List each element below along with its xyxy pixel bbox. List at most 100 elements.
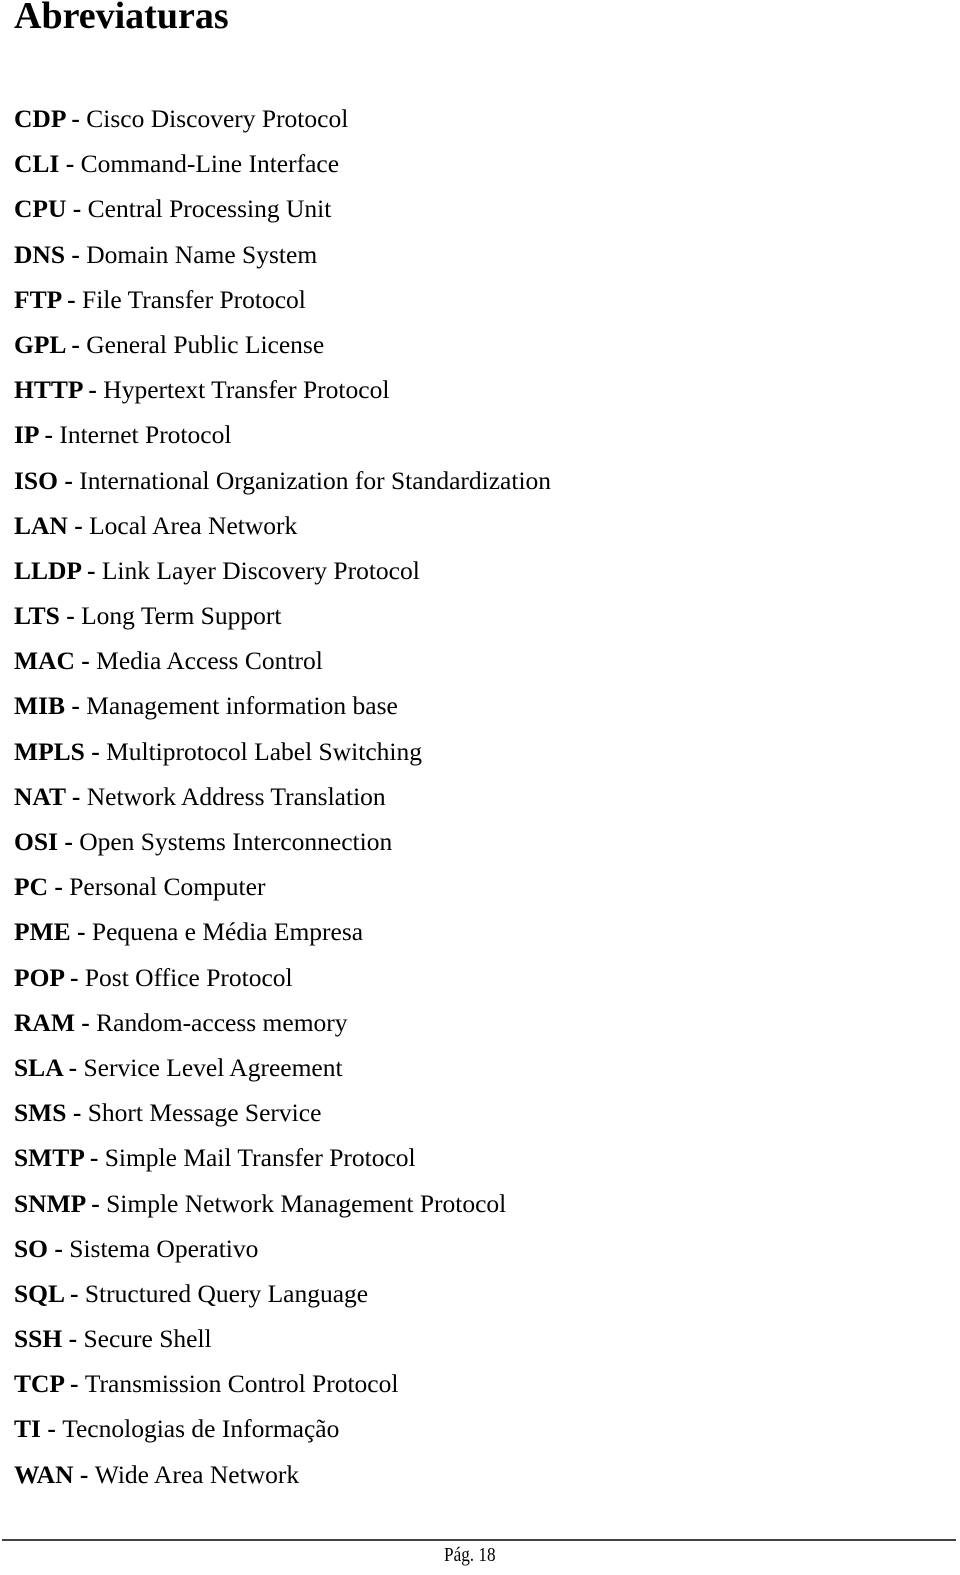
abbreviation-separator: - [62, 1052, 84, 1082]
abbreviation-meaning: Cisco Discovery Protocol [86, 104, 349, 133]
abbreviation-item: LAN - Local Area Network [14, 509, 551, 554]
abbreviation-meaning: Media Access Control [96, 646, 323, 676]
abbreviation-item: SMS - Short Message Service [14, 1096, 551, 1141]
abbreviation-meaning: Link Layer Discovery Protocol [101, 555, 420, 585]
abbreviation-separator: - [65, 329, 87, 359]
abbreviation-separator: - [48, 872, 70, 902]
abbreviation-item: CDP - Cisco Discovery Protocol [14, 102, 551, 147]
abbreviation-meaning: File Transfer Protocol [82, 284, 306, 314]
abbreviation-meaning: Local Area Network [89, 510, 298, 540]
abbreviation-separator: - [40, 1414, 63, 1444]
abbreviation-meaning: Management information base [86, 691, 398, 721]
abbreviation-meaning: General Public License [86, 329, 325, 359]
abbreviation-meaning: Open Systems Interconnection [79, 827, 393, 856]
abbreviation-meaning: Secure Shell [83, 1324, 212, 1354]
abbreviation-meaning: Personal Computer [69, 872, 266, 902]
abbreviation-code: RAM [14, 1007, 75, 1037]
abbreviation-meaning: International Organization for Standardi… [79, 465, 552, 495]
abbreviation-meaning: Simple Network Management Protocol [106, 1188, 507, 1218]
abbreviation-meaning: Simple Mail Transfer Protocol [104, 1143, 416, 1173]
abbreviation-separator: - [82, 375, 104, 405]
abbreviation-code: TI [14, 1414, 41, 1444]
abbreviation-code: CPU [14, 194, 67, 224]
page-number: Pág. 18 [444, 1544, 496, 1566]
abbreviation-item: POP - Post Office Protocol [14, 961, 551, 1006]
abbreviation-separator: - [74, 1007, 97, 1037]
abbreviation-item: GPL - General Public License [14, 328, 551, 373]
abbreviation-separator: - [83, 1143, 105, 1173]
abbreviation-code: PC [14, 872, 48, 902]
abbreviation-item: MPLS - Multiprotocol Label Switching [14, 735, 551, 780]
abbreviation-meaning: Sistema Operativo [69, 1233, 259, 1263]
abbreviation-code: SO [14, 1233, 49, 1263]
abbreviation-code: LTS [14, 601, 60, 631]
abbreviation-code: SMS [14, 1098, 67, 1128]
abbreviation-separator: - [62, 1324, 84, 1354]
abbreviation-separator: - [65, 239, 87, 269]
abbreviation-separator: - [84, 736, 107, 766]
abbreviation-item: LTS - Long Term Support [14, 599, 551, 644]
abbreviation-code: ISO [14, 465, 58, 495]
abbreviation-code: NAT [14, 781, 66, 811]
abbreviation-code: LLDP [14, 555, 81, 585]
abbreviation-meaning: Hypertext Transfer Protocol [103, 375, 390, 405]
abbreviation-item: FTP - File Transfer Protocol [14, 283, 551, 328]
abbreviation-code: SLA [14, 1052, 63, 1082]
abbreviation-item: OSI - Open Systems Interconnection [14, 825, 551, 870]
abbreviation-code: CLI [14, 149, 60, 179]
abbreviation-code: TCP [14, 1369, 64, 1399]
abbreviation-separator: - [57, 465, 80, 495]
abbreviation-item: HTTP - Hypertext Transfer Protocol [14, 373, 551, 418]
abbreviation-meaning: Tecnologias de Informação [62, 1414, 340, 1444]
abbreviation-code: LAN [14, 510, 68, 540]
abbreviation-item: ISO - International Organization for Sta… [14, 464, 551, 509]
abbreviation-separator: - [63, 1278, 85, 1308]
abbreviation-item: LLDP - Link Layer Discovery Protocol [14, 554, 551, 599]
abbreviation-separator: - [38, 420, 60, 450]
abbreviation-item: CPU - Central Processing Unit [14, 192, 551, 237]
abbreviation-list: CDP - Cisco Discovery Protocol CLI - Comm… [14, 102, 551, 1503]
page-title: Abreviaturas [14, 0, 229, 37]
abbreviation-meaning: Network Address Translation [86, 781, 386, 811]
abbreviation-code: GPL [14, 329, 66, 359]
abbreviation-separator: - [73, 1459, 95, 1489]
abbreviation-separator: - [74, 646, 97, 676]
abbreviation-code: MAC [14, 646, 75, 676]
abbreviation-meaning: Long Term Support [81, 601, 282, 631]
abbreviation-code: SMTP [14, 1143, 84, 1173]
abbreviation-code: IP [14, 420, 39, 450]
abbreviation-separator: - [48, 1233, 70, 1263]
abbreviation-code: MPLS [14, 736, 85, 766]
abbreviation-item: SO - Sistema Operativo [14, 1232, 551, 1277]
abbreviation-item: SLA - Service Level Agreement [14, 1051, 551, 1096]
abbreviation-item: MIB - Management information base [14, 689, 551, 734]
abbreviation-code: HTTP [14, 375, 83, 405]
abbreviation-code: DNS [14, 239, 66, 269]
abbreviation-code: SSH [14, 1324, 63, 1354]
abbreviation-item: IP - Internet Protocol [14, 418, 551, 463]
abbreviation-separator: - [60, 284, 83, 314]
abbreviation-meaning: Short Message Service [87, 1098, 322, 1128]
abbreviation-separator: - [63, 962, 85, 992]
abbreviation-separator: - [57, 827, 80, 856]
abbreviation-code: PME [14, 917, 71, 947]
abbreviation-code: SQL [14, 1278, 64, 1308]
abbreviation-code: CDP [14, 104, 65, 133]
abbreviation-separator: - [66, 1098, 88, 1128]
abbreviation-item: SSH - Secure Shell [14, 1322, 551, 1367]
abbreviation-code: POP [14, 962, 64, 992]
abbreviation-item: SNMP - Simple Network Management Protoco… [14, 1187, 551, 1232]
abbreviation-code: OSI [14, 827, 58, 856]
abbreviation-code: SNMP [14, 1188, 85, 1218]
abbreviation-separator: - [66, 194, 88, 224]
abbreviation-meaning: Transmission Control Protocol [84, 1369, 399, 1399]
abbreviation-item: WAN - Wide Area Network [14, 1458, 551, 1503]
abbreviation-separator: - [65, 691, 87, 721]
abbreviation-code: MIB [14, 691, 65, 721]
abbreviation-meaning: Post Office Protocol [84, 962, 293, 992]
abbreviation-item: RAM - Random-access memory [14, 1006, 551, 1051]
abbreviation-item: NAT - Network Address Translation [14, 780, 551, 825]
abbreviation-separator: - [65, 781, 87, 811]
abbreviation-separator: - [63, 1369, 85, 1399]
abbreviation-meaning: Multiprotocol Label Switching [106, 736, 422, 766]
